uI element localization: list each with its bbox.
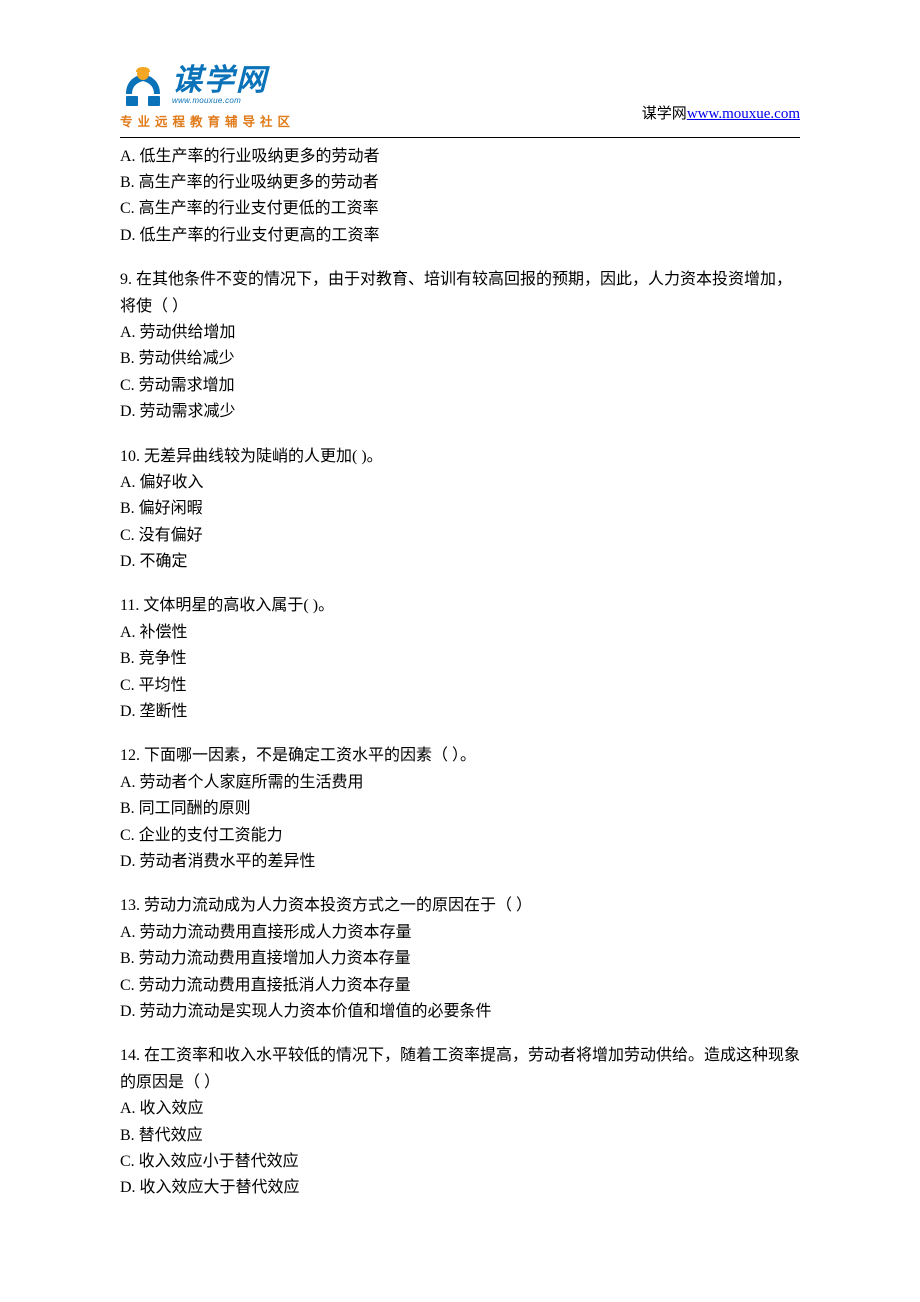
logo-tagline: 专业远程教育辅导社区 <box>120 112 295 133</box>
option-c: C. 收入效应小于替代效应 <box>120 1149 800 1175</box>
question-9: 9. 在其他条件不变的情况下，由于对教育、培训有较高回报的预期，因此，人力资本投… <box>120 267 800 425</box>
question-stem: 14. 在工资率和收入水平较低的情况下，随着工资率提高，劳动者将增加劳动供给。造… <box>120 1043 800 1096</box>
option-a: A. 劳动力流动费用直接形成人力资本存量 <box>120 920 800 946</box>
option-b: B. 劳动供给减少 <box>120 346 800 372</box>
header-site-link[interactable]: www.mouxue.com <box>687 106 800 122</box>
question-10: 10. 无差异曲线较为陡峭的人更加( )。 A. 偏好收入 B. 偏好闲暇 C.… <box>120 444 800 576</box>
option-d: D. 垄断性 <box>120 699 800 725</box>
option-a: A. 偏好收入 <box>120 470 800 496</box>
option-b: B. 偏好闲暇 <box>120 496 800 522</box>
option-a: A. 劳动供给增加 <box>120 320 800 346</box>
option-b: B. 竞争性 <box>120 646 800 672</box>
page-header: 谋学网 www.mouxue.com 专业远程教育辅导社区 谋学网www.mou… <box>120 64 800 133</box>
question-13: 13. 劳动力流动成为人力资本投资方式之一的原因在于（ ） A. 劳动力流动费用… <box>120 893 800 1025</box>
header-right: 谋学网www.mouxue.com <box>642 102 800 133</box>
option-c: C. 平均性 <box>120 673 800 699</box>
question-14: 14. 在工资率和收入水平较低的情况下，随着工资率提高，劳动者将增加劳动供给。造… <box>120 1043 800 1201</box>
option-a: A. 收入效应 <box>120 1096 800 1122</box>
logo-title: 谋学网 <box>172 65 268 97</box>
option-d: D. 收入效应大于替代效应 <box>120 1175 800 1201</box>
document-page: 谋学网 www.mouxue.com 专业远程教育辅导社区 谋学网www.mou… <box>0 0 920 1300</box>
logo-block: 谋学网 www.mouxue.com 专业远程教育辅导社区 <box>120 64 295 133</box>
option-a: A. 劳动者个人家庭所需的生活费用 <box>120 770 800 796</box>
logo-text-block: 谋学网 www.mouxue.com <box>172 65 268 108</box>
question-stem: 10. 无差异曲线较为陡峭的人更加( )。 <box>120 444 800 470</box>
question-12: 12. 下面哪一因素，不是确定工资水平的因素（ ）。 A. 劳动者个人家庭所需的… <box>120 743 800 875</box>
option-d: D. 劳动力流动是实现人力资本价值和增值的必要条件 <box>120 999 800 1025</box>
question-stem: 12. 下面哪一因素，不是确定工资水平的因素（ ）。 <box>120 743 800 769</box>
option-b: B. 同工同酬的原则 <box>120 796 800 822</box>
question-stem: 13. 劳动力流动成为人力资本投资方式之一的原因在于（ ） <box>120 893 800 919</box>
option-b: B. 劳动力流动费用直接增加人力资本存量 <box>120 946 800 972</box>
option-d: D. 劳动需求减少 <box>120 399 800 425</box>
option-d: D. 低生产率的行业支付更高的工资率 <box>120 223 800 249</box>
option-c: C. 企业的支付工资能力 <box>120 823 800 849</box>
option-c: C. 劳动力流动费用直接抵消人力资本存量 <box>120 973 800 999</box>
question-11: 11. 文体明星的高收入属于( )。 A. 补偿性 B. 竞争性 C. 平均性 … <box>120 593 800 725</box>
logo-subtitle-url: www.mouxue.com <box>172 94 268 107</box>
question-stem: 9. 在其他条件不变的情况下，由于对教育、培训有较高回报的预期，因此，人力资本投… <box>120 267 800 320</box>
question-stem: 11. 文体明星的高收入属于( )。 <box>120 593 800 619</box>
partial-question-options: A. 低生产率的行业吸纳更多的劳动者 B. 高生产率的行业吸纳更多的劳动者 C.… <box>120 144 800 250</box>
option-a: A. 低生产率的行业吸纳更多的劳动者 <box>120 144 800 170</box>
option-a: A. 补偿性 <box>120 620 800 646</box>
header-divider <box>120 137 800 138</box>
option-b: B. 高生产率的行业吸纳更多的劳动者 <box>120 170 800 196</box>
logo-icon <box>120 64 166 108</box>
option-c: C. 高生产率的行业支付更低的工资率 <box>120 196 800 222</box>
document-content: A. 低生产率的行业吸纳更多的劳动者 B. 高生产率的行业吸纳更多的劳动者 C.… <box>120 144 800 1202</box>
logo-row: 谋学网 www.mouxue.com <box>120 64 295 108</box>
option-c: C. 劳动需求增加 <box>120 373 800 399</box>
option-b: B. 替代效应 <box>120 1123 800 1149</box>
option-d: D. 劳动者消费水平的差异性 <box>120 849 800 875</box>
header-site-name: 谋学网 <box>642 106 687 122</box>
option-d: D. 不确定 <box>120 549 800 575</box>
option-c: C. 没有偏好 <box>120 523 800 549</box>
